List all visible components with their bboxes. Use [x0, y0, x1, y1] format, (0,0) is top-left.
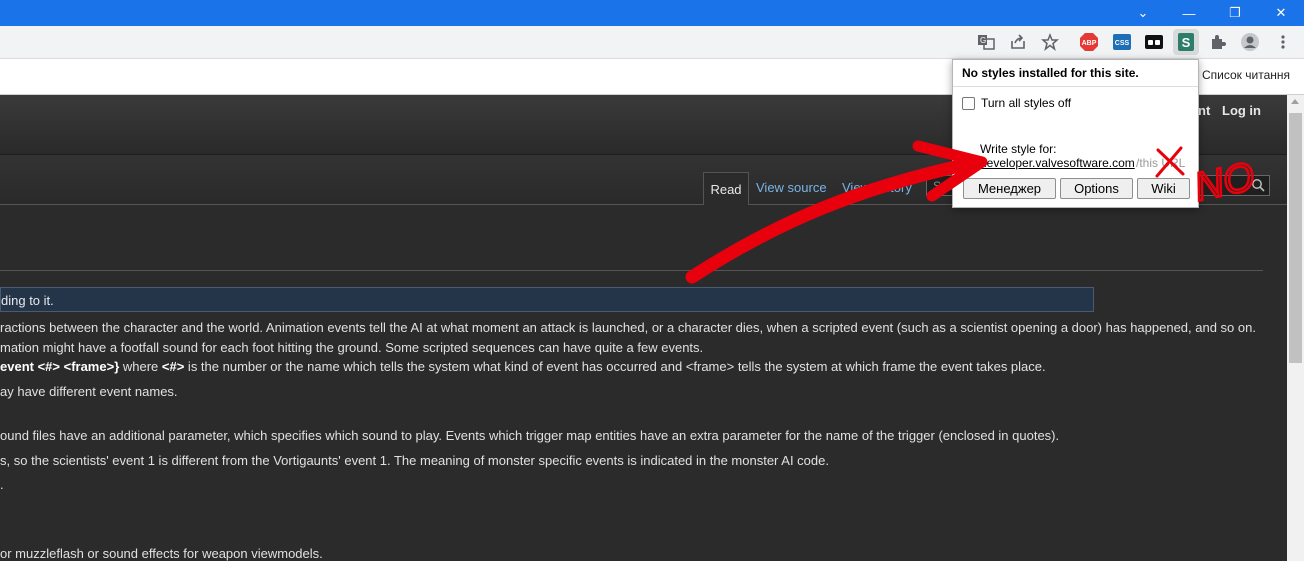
restore-icon[interactable]: ❐	[1212, 0, 1258, 26]
page-scrollbar[interactable]	[1287, 95, 1304, 561]
tab-search-icon[interactable]: ⌄	[1120, 0, 1166, 26]
turn-all-styles-off-label[interactable]: Turn all styles off	[981, 96, 1071, 110]
paragraph-line: or muzzleflash or sound effects for weap…	[0, 546, 323, 561]
write-style-url-link[interactable]: /this URL	[1136, 156, 1185, 170]
css-icon[interactable]: CSS	[1111, 31, 1133, 53]
profile-icon[interactable]	[1239, 31, 1261, 53]
heading-divider	[0, 270, 1263, 271]
paragraph-line: ay have different event names.	[0, 384, 178, 399]
event-syntax-rest: is the number or the name which tells th…	[184, 359, 1046, 374]
abp-icon[interactable]: ABP	[1078, 31, 1100, 53]
css-label: CSS	[1115, 40, 1130, 47]
paragraph-line: ound files have an additional parameter,…	[0, 428, 1060, 443]
reading-list-button[interactable]: Список читання	[1202, 68, 1290, 82]
close-icon[interactable]: ✕	[1258, 0, 1304, 26]
puzzle-icon[interactable]	[1207, 31, 1229, 53]
stylus-label: S	[1182, 35, 1191, 50]
glasses-extension-icon[interactable]	[1143, 31, 1165, 53]
event-syntax-hash: <#>	[161, 359, 185, 374]
title-bar: ⌄ — ❐ ✕	[0, 0, 1304, 26]
stylus-icon[interactable]: S	[1173, 29, 1199, 55]
notice-box: ding to it.	[0, 287, 1094, 312]
event-syntax-bold: event <#> <frame>}	[0, 359, 120, 374]
options-button[interactable]: Options	[1060, 178, 1133, 199]
manager-button[interactable]: Менеджер	[963, 178, 1056, 199]
scrollbar-thumb[interactable]	[1289, 113, 1302, 363]
tab-view-history[interactable]: View history	[842, 180, 912, 195]
event-syntax-mid: where	[119, 359, 162, 374]
tab-view-source[interactable]: View source	[756, 180, 827, 195]
stylus-popup: No styles installed for this site. Turn …	[952, 59, 1199, 208]
login-link[interactable]: Log in	[1222, 103, 1261, 118]
svg-text:G: G	[980, 36, 986, 45]
write-style-domain-link[interactable]: developer.valvesoftware.com	[980, 156, 1135, 170]
turn-all-styles-off-row[interactable]: Turn all styles off	[962, 96, 1071, 110]
paragraph-line: ractions between the character and the w…	[0, 320, 1256, 335]
share-icon[interactable]	[1007, 31, 1029, 53]
turn-all-styles-off-checkbox[interactable]	[962, 96, 975, 110]
paragraph-line: mation might have a footfall sound for e…	[0, 340, 704, 355]
star-icon[interactable]	[1039, 31, 1061, 53]
wiki-button[interactable]: Wiki	[1137, 178, 1190, 199]
account-link[interactable]: nt	[1198, 103, 1210, 118]
search-icon[interactable]	[1251, 178, 1265, 197]
browser-toolbar: G ABP CSS S	[0, 26, 1304, 59]
tab-read[interactable]: Read	[703, 172, 749, 205]
paragraph-line: s, so the scientists' event 1 is differe…	[0, 453, 829, 468]
minimize-icon[interactable]: —	[1166, 0, 1212, 26]
scroll-up-arrow-icon[interactable]	[1291, 99, 1299, 104]
popup-header: No styles installed for this site.	[953, 60, 1198, 87]
abp-label: ABP	[1082, 40, 1097, 47]
write-style-label: Write style for:	[980, 142, 1057, 156]
more-icon[interactable]	[1272, 31, 1294, 53]
translate-icon[interactable]: G	[975, 31, 997, 53]
paragraph-line: .	[0, 477, 4, 492]
paragraph-line-event-syntax: event <#> <frame>} where <#> is the numb…	[0, 359, 1046, 374]
